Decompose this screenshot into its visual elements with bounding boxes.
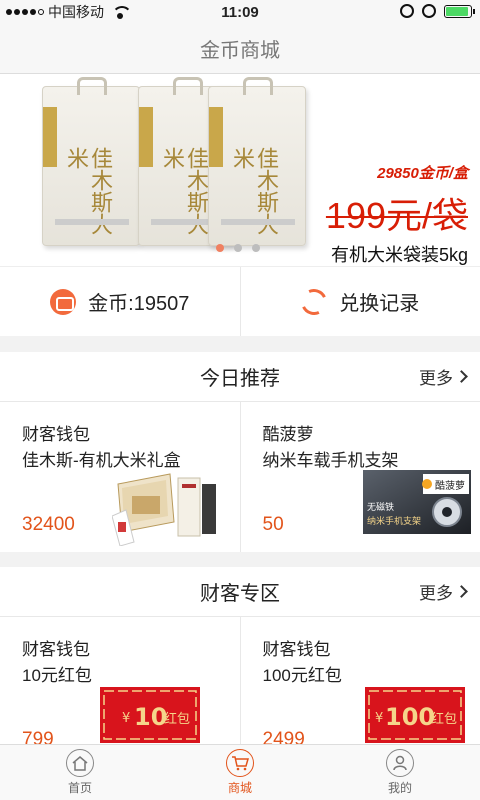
bottom-tab-bar: 首页 商城 我的	[0, 744, 480, 800]
alarm-icon	[422, 4, 436, 18]
more-link[interactable]: 更多	[419, 364, 468, 389]
red-packet-image: ¥ 10 红包	[100, 687, 200, 743]
signal-icon	[6, 9, 44, 15]
exchange-history-button[interactable]: 兑换记录	[239, 267, 480, 336]
bag-brand-text: 佳木斯大米	[159, 147, 208, 235]
product-shop: 财客钱包	[262, 640, 331, 659]
rotation-lock-icon	[400, 4, 414, 18]
status-left: 中国移动	[0, 2, 132, 22]
tab-label: 我的	[387, 781, 412, 795]
product-shop: 财客钱包	[22, 425, 90, 444]
home-icon	[66, 749, 94, 777]
product-shop: 财客钱包	[22, 640, 90, 659]
section-title: 财客专区	[200, 583, 280, 605]
banner-carousel[interactable]: 佳木斯大米 佳木斯大米 佳木斯大米 29850金币/盒 199元/袋 有机大米袋…	[0, 74, 480, 266]
thumb-caption-1: 无磁铁	[367, 501, 394, 513]
banner-original-price: 199元/袋	[325, 195, 468, 236]
exchange-history-label: 兑换记录	[339, 293, 420, 315]
more-label: 更多	[419, 584, 453, 603]
product-shop: 酷菠萝	[262, 425, 314, 444]
recommend-grid: 财客钱包 佳木斯-有机大米礼盒 32400 酷菠萝 纳米车载手机支架 酷菠萝 无…	[0, 402, 480, 552]
tab-label: 首页	[67, 781, 92, 795]
rice-bag-image: 佳木斯大米	[42, 77, 140, 246]
product-price: 32400	[22, 514, 75, 535]
section-header-zone: 财客专区 更多	[0, 567, 480, 617]
user-icon	[386, 749, 414, 777]
status-bar: 中国移动 11:09	[0, 0, 480, 24]
wifi-icon	[112, 6, 132, 19]
phone-holder-image: 酷菠萝 无磁铁 纳米手机支架	[362, 470, 471, 534]
tab-home[interactable]: 首页	[0, 745, 160, 800]
product-card[interactable]: 财客钱包 佳木斯-有机大米礼盒 32400	[0, 402, 240, 552]
product-name: 100元红包	[262, 666, 342, 685]
coupon-amount: 100	[385, 703, 435, 731]
refresh-icon	[297, 284, 331, 319]
banner-promo: 29850金币/盒 199元/袋 有机大米袋装5kg	[326, 162, 468, 266]
page-title: 金币商城	[200, 40, 280, 62]
bag-brand-text: 佳木斯大米	[229, 147, 278, 235]
tab-label: 商城	[227, 781, 252, 795]
coupon-unit: 红包	[164, 711, 190, 727]
coupon-symbol: ¥	[375, 711, 383, 726]
battery-icon	[444, 4, 475, 18]
more-link[interactable]: 更多	[419, 579, 468, 604]
thumb-brand: 酷菠萝	[435, 480, 465, 492]
section-header-recommend: 今日推荐 更多	[0, 352, 480, 402]
carousel-dot[interactable]	[252, 244, 260, 252]
carrier-label: 中国移动	[48, 4, 104, 20]
rice-bag-image: 佳木斯大米	[208, 77, 306, 246]
coins-balance-label: 金币:19507	[88, 293, 190, 315]
section-title: 今日推荐	[200, 368, 280, 390]
chevron-right-icon	[455, 585, 468, 598]
banner-product-name: 有机大米袋装5kg	[330, 245, 468, 265]
carousel-dot[interactable]	[234, 244, 242, 252]
battery-level	[446, 6, 468, 16]
thumb-caption-2: 纳米手机支架	[367, 515, 421, 527]
nav-bar: 金币商城	[0, 24, 480, 74]
wallet-icon	[50, 288, 77, 315]
product-card[interactable]: 酷菠萝 纳米车载手机支架 酷菠萝 无磁铁 纳米手机支架 50	[239, 402, 480, 552]
coins-balance[interactable]: 金币:19507	[0, 267, 240, 336]
cart-icon	[226, 749, 254, 777]
status-right	[400, 4, 475, 18]
coupon-symbol: ¥	[122, 711, 130, 726]
wallet-row: 金币:19507 兑换记录	[0, 266, 480, 336]
carousel-indicator[interactable]	[216, 244, 260, 252]
product-price: 50	[262, 514, 284, 535]
coupon-amount: 10	[134, 703, 167, 731]
tab-profile[interactable]: 我的	[320, 745, 480, 800]
carousel-dot[interactable]	[216, 244, 224, 252]
bag-brand-text: 佳木斯大米	[63, 147, 112, 235]
rice-gift-box-image	[112, 473, 216, 546]
chevron-right-icon	[455, 370, 468, 383]
banner-coins-price: 29850金币/盒	[377, 165, 468, 182]
coupon-unit: 红包	[431, 711, 457, 727]
product-name: 10元红包	[22, 666, 92, 685]
red-packet-image: ¥ 100 红包	[364, 687, 465, 743]
tab-mall[interactable]: 商城	[160, 745, 320, 800]
more-label: 更多	[419, 369, 453, 388]
